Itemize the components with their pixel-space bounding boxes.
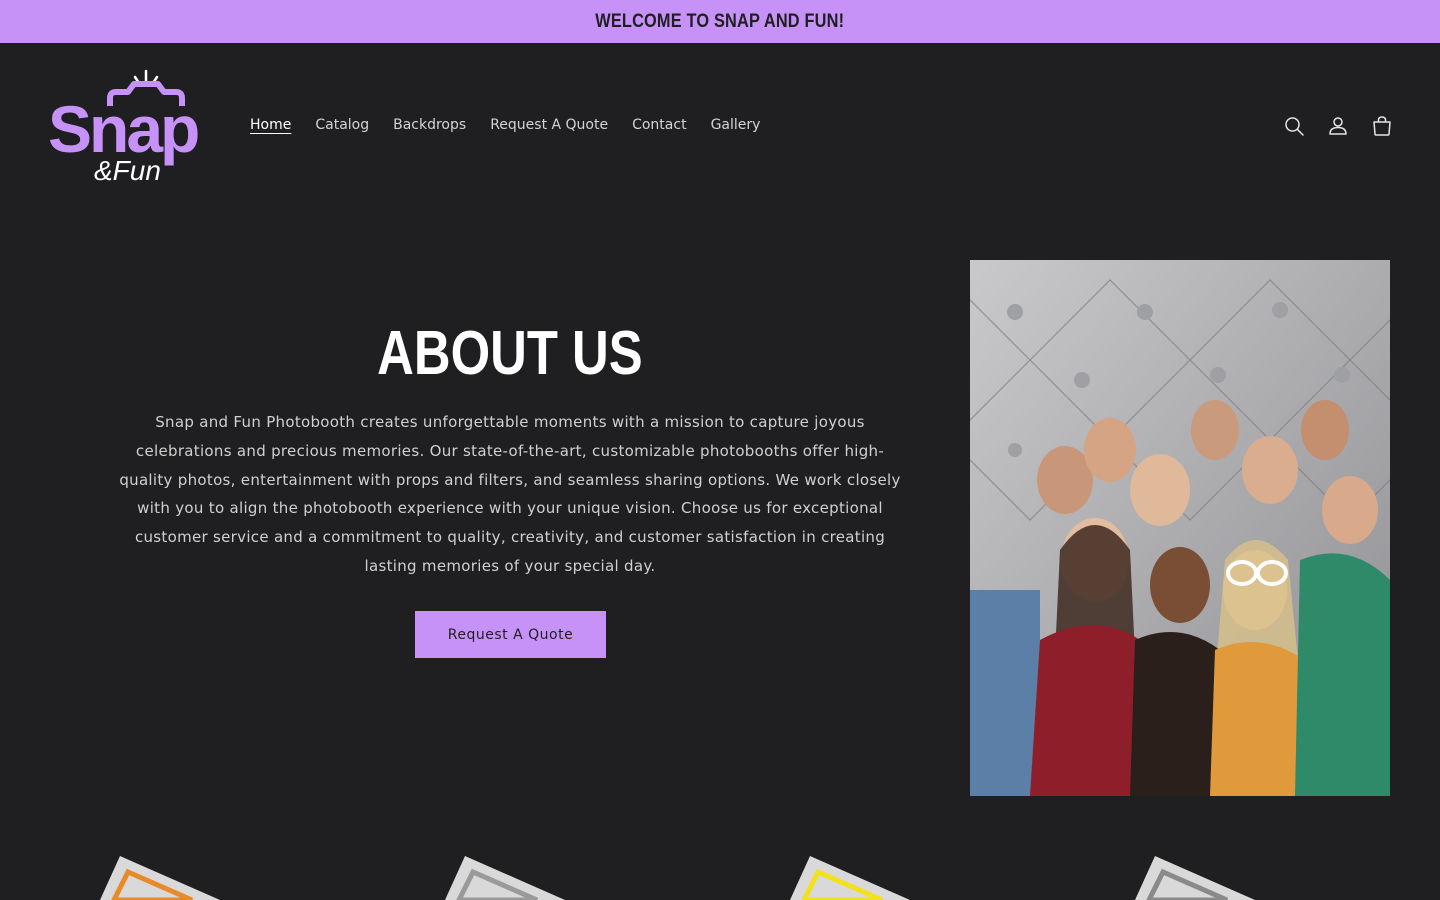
nav-item-request-a-quote[interactable]: Request A Quote <box>478 117 620 133</box>
nav-item-backdrops[interactable]: Backdrops <box>381 117 478 133</box>
product-thumbnail[interactable] <box>770 850 930 900</box>
product-thumbnail[interactable] <box>1115 850 1275 900</box>
photobooth-group-image <box>970 260 1390 796</box>
snap-fun-logo-graphic: Snap &Fun <box>48 69 201 186</box>
product-thumbnail[interactable] <box>425 850 585 900</box>
svg-text:&Fun: &Fun <box>94 155 161 186</box>
cart-icon <box>1373 116 1391 136</box>
about-title: ABOUT US <box>120 318 900 389</box>
nav-item-gallery[interactable]: Gallery <box>699 117 773 133</box>
nav-item-contact[interactable]: Contact <box>620 117 698 133</box>
announcement-bar: WELCOME TO SNAP AND FUN! <box>0 0 1440 43</box>
photobooth-product-image <box>445 856 565 900</box>
announcement-text: WELCOME TO SNAP AND FUN! <box>595 10 845 32</box>
nav-item-home[interactable]: Home <box>238 117 303 133</box>
account-button[interactable] <box>1320 104 1356 148</box>
product-thumbnail[interactable] <box>80 850 240 900</box>
account-icon <box>1329 117 1347 135</box>
photobooth-product-image <box>790 856 910 900</box>
cart-button[interactable] <box>1364 104 1400 148</box>
search-icon <box>1285 117 1304 136</box>
photobooth-product-image <box>1135 856 1255 900</box>
header-icons <box>1276 104 1400 148</box>
photobooth-product-image <box>100 856 220 900</box>
search-button[interactable] <box>1276 104 1312 148</box>
about-description: Snap and Fun Photobooth creates unforget… <box>119 413 901 575</box>
about-title-text: ABOUT US <box>377 319 643 388</box>
main-nav: Home Catalog Backdrops Request A Quote C… <box>238 112 772 138</box>
event-photo <box>970 260 1390 796</box>
nav-item-catalog[interactable]: Catalog <box>303 117 381 133</box>
site-logo[interactable]: Snap &Fun <box>48 68 212 186</box>
request-quote-button[interactable]: Request A Quote <box>415 611 606 658</box>
